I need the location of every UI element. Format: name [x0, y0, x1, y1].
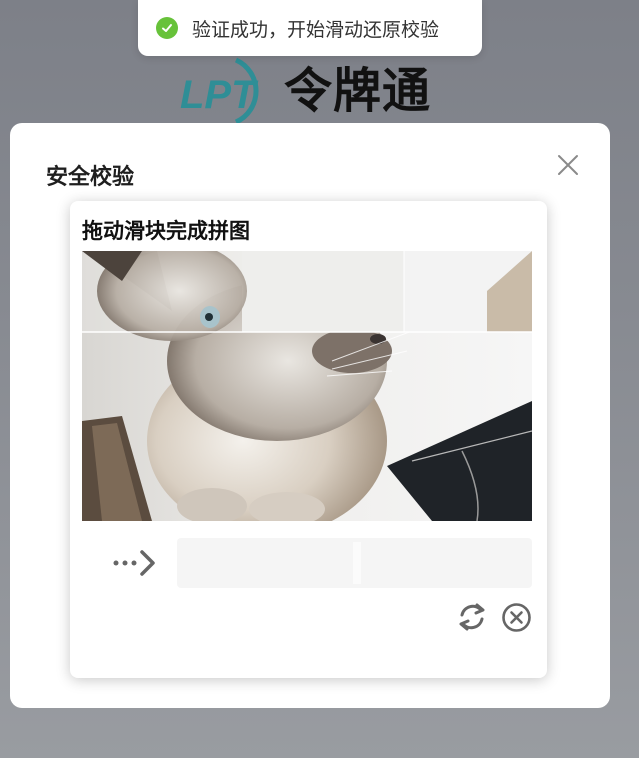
success-toast: 验证成功，开始滑动还原校验: [138, 0, 482, 56]
captcha-instruction: 拖动滑块完成拼图: [82, 219, 250, 243]
slider-captcha: 拖动滑块完成拼图: [70, 201, 547, 678]
refresh-icon[interactable]: [456, 601, 488, 633]
captcha-image: [82, 251, 532, 521]
brand-logo: LPT 令牌通: [176, 56, 431, 126]
check-circle-icon: [156, 17, 178, 39]
lpt-logo-icon: LPT: [176, 56, 272, 126]
close-circle-icon[interactable]: [501, 602, 532, 633]
close-icon[interactable]: [556, 153, 580, 177]
arrow-right-icon[interactable]: [110, 545, 160, 579]
brand-name: 令牌通: [284, 63, 432, 119]
logo-mark-text: LPT: [180, 73, 259, 117]
dialog-title: 安全校验: [46, 165, 135, 190]
toast-message: 验证成功，开始滑动还原校验: [192, 18, 440, 41]
security-check-dialog: 安全校验 拖动滑块完成拼图: [10, 123, 610, 708]
slider-handle[interactable]: [353, 542, 361, 584]
page-background: LPT 令牌通 验证成功，开始滑动还原校验 安全校验 拖动滑块完成拼图: [0, 0, 639, 758]
slider-track[interactable]: [177, 538, 532, 588]
